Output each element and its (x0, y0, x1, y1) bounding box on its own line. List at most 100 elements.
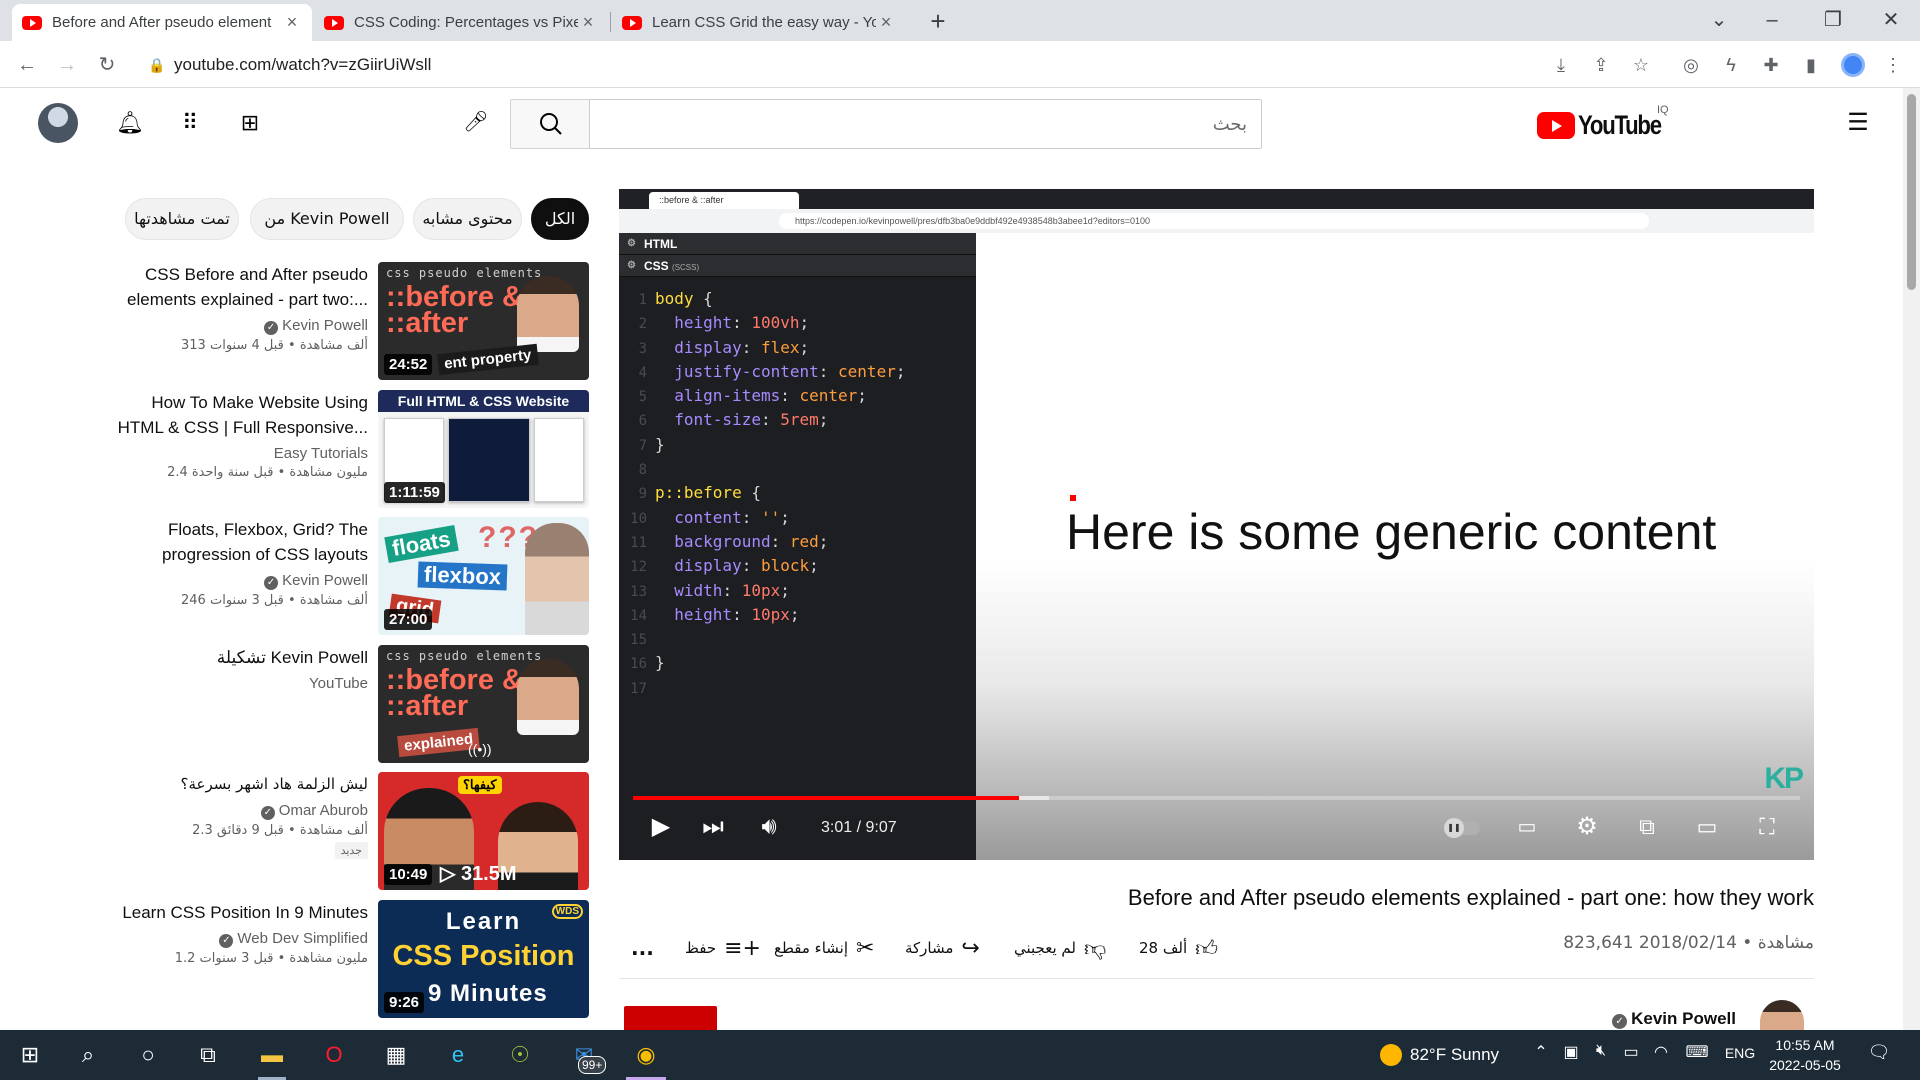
extension-bolt-icon[interactable]: ϟ (1718, 52, 1744, 78)
new-tab-button[interactable]: + (922, 6, 954, 38)
share-icon[interactable]: ⇪ (1588, 52, 1614, 78)
search-icon[interactable]: ⌕ (64, 1035, 112, 1075)
video-thumbnail[interactable]: كيفها؟ ▷ 31.5M 10:49 (378, 772, 589, 890)
extensions-puzzle-icon[interactable]: ✚ (1758, 52, 1784, 78)
channel-name[interactable]: Easy Tutorials (100, 445, 368, 462)
recommendation-item[interactable]: css pseudo elements ::before & ::after e… (100, 645, 589, 763)
recommendation-item[interactable]: css pseudo elements ::before & ::after e… (100, 262, 589, 380)
file-explorer-icon[interactable]: ▬ (248, 1035, 296, 1080)
next-button[interactable]: ⏭ (693, 807, 733, 847)
microsoft-store-icon[interactable]: ▦ (372, 1035, 420, 1075)
play-button[interactable]: ▶ (641, 807, 681, 847)
recommendation-title[interactable]: elements explained - part two:... (100, 287, 368, 312)
task-view-icon[interactable]: ⧉ (184, 1035, 232, 1075)
more-actions-button[interactable]: ... (631, 930, 654, 966)
search-field[interactable] (589, 99, 1262, 149)
browser-tab[interactable]: Learn CSS Grid the easy way - Yo × (612, 4, 906, 41)
browser-tab-active[interactable]: Before and After pseudo element × (12, 4, 312, 41)
recommendation-title[interactable]: How To Make Website Using (100, 390, 368, 415)
keyboard-icon[interactable]: ⌨ (1684, 1042, 1710, 1062)
recommendation-item[interactable]: Learn CSS Position 9 Minutes WDS 9:26 Le… (100, 900, 589, 1018)
lock-icon[interactable]: 🔒 (140, 57, 174, 74)
notifications-icon[interactable]: 🗨︎ (1866, 1042, 1892, 1063)
miniplayer-icon[interactable]: ⧉ (1627, 807, 1667, 847)
wifi-icon[interactable]: ◠ (1648, 1042, 1674, 1062)
scrollbar-thumb[interactable] (1907, 94, 1916, 290)
clip-button[interactable]: إنشاء مقطع ✂ (774, 930, 874, 966)
chip-watched[interactable]: تمت مشاهدتها (125, 198, 239, 240)
channel-owner[interactable]: ✓ Kevin Powell (1612, 1009, 1736, 1029)
dislike-button[interactable]: لم يعجبني 👎︎ (1014, 930, 1106, 966)
chip-related[interactable]: محتوى مشابه (413, 198, 522, 240)
edge-icon[interactable]: e (434, 1035, 482, 1075)
autoplay-toggle[interactable] (1444, 818, 1480, 838)
chrome-icon[interactable]: ◉ (622, 1035, 670, 1080)
recommendation-title[interactable]: HTML & CSS | Full Responsive... (100, 415, 368, 440)
side-panel-icon[interactable]: ▮ (1798, 52, 1824, 78)
close-icon[interactable]: × (876, 12, 896, 33)
extension-grammarly-icon[interactable]: ◎ (1678, 52, 1704, 78)
recommendation-title[interactable]: Floats, Flexbox, Grid? The (100, 517, 368, 542)
channel-name[interactable]: ✓ Kevin Powell (100, 572, 368, 590)
window-close-icon[interactable]: ✕ (1871, 4, 1911, 36)
forward-arrow-icon[interactable]: → (52, 50, 82, 80)
recommendation-title[interactable]: CSS Before and After pseudo (100, 262, 368, 287)
channel-name[interactable]: ✓ Web Dev Simplified (100, 930, 368, 948)
mix-thumbnail[interactable]: css pseudo elements ::before & ::after e… (378, 645, 589, 763)
share-button[interactable]: مشاركة ↪ (905, 930, 980, 966)
browser-menu-icon[interactable]: ⋮ (1880, 52, 1906, 78)
volume-icon[interactable]: 🔊︎ (749, 807, 789, 847)
channel-name[interactable]: ✓ Kevin Powell (100, 317, 368, 335)
opera-icon[interactable]: O (310, 1035, 358, 1075)
create-video-icon[interactable]: ⊞ (232, 105, 268, 141)
profile-avatar-icon[interactable] (1841, 53, 1865, 77)
recommendation-title[interactable]: Learn CSS Position In 9 Minutes (100, 900, 368, 925)
video-player[interactable]: ::before & ::after https://codepen.io/ke… (619, 189, 1814, 860)
apps-grid-icon[interactable]: ⠿ (172, 105, 208, 141)
theater-mode-icon[interactable]: ▭ (1687, 807, 1727, 847)
chip-all[interactable]: الكل (531, 198, 589, 240)
address-url[interactable]: youtube.com/watch?v=zGiirUiWsll (174, 55, 431, 75)
tray-chevron-icon[interactable]: ⌃ (1528, 1042, 1554, 1062)
recommendation-item[interactable]: كيفها؟ ▷ 31.5M 10:49 ليش الزلمة هاد اشهر… (100, 772, 589, 890)
account-avatar[interactable] (38, 103, 78, 143)
settings-gear-icon[interactable]: ⚙ (1567, 807, 1607, 847)
youtube-logo[interactable]: YouTube IQ (1537, 104, 1679, 141)
search-input[interactable] (590, 100, 1261, 148)
cortana-icon[interactable]: ○ (124, 1035, 172, 1075)
video-thumbnail[interactable]: Learn CSS Position 9 Minutes WDS 9:26 (378, 900, 589, 1018)
chip-from-channel[interactable]: من Kevin Powell (250, 198, 404, 240)
system-clock[interactable]: 10:55 AM 2022-05-05 (1762, 1035, 1848, 1075)
back-arrow-icon[interactable]: ← (12, 50, 42, 80)
battery-icon[interactable]: ▭ (1618, 1042, 1644, 1062)
channel-name[interactable]: YouTube (100, 675, 368, 692)
tab-search-chevron-icon[interactable]: ⌄ (1699, 4, 1739, 36)
channel-name[interactable]: ✓ Omar Aburob (100, 802, 368, 820)
close-icon[interactable]: × (282, 12, 302, 33)
windows-start-icon[interactable]: ⊞ (6, 1035, 54, 1075)
meet-now-icon[interactable]: ▣ (1558, 1042, 1584, 1062)
minimize-icon[interactable]: – (1752, 4, 1792, 36)
save-button[interactable]: حفظ ≡+ (685, 930, 761, 966)
language-indicator[interactable]: ENG (1722, 1045, 1758, 1061)
maximize-icon[interactable]: ❐ (1813, 4, 1853, 36)
browser-tab[interactable]: CSS Coding: Percentages vs Pixel × (314, 4, 608, 41)
hamburger-menu-icon[interactable]: ☰ (1840, 105, 1876, 141)
video-thumbnail[interactable]: css pseudo elements ::before & ::after e… (378, 262, 589, 380)
android-app-icon[interactable]: ☉ (496, 1035, 544, 1075)
like-button[interactable]: 28 ألف 👍︎ (1139, 930, 1218, 966)
recommendation-item[interactable]: ??? floats flexbox grid 27:00 Floats, Fl… (100, 517, 589, 635)
recommendation-title[interactable]: ليش الزلمة هاد اشهر بسرعة؟ (100, 772, 368, 797)
notifications-bell-icon[interactable]: 🔔︎ (112, 105, 148, 141)
search-button[interactable] (510, 99, 590, 149)
reload-icon[interactable]: ↻ (92, 50, 122, 80)
progress-bar[interactable] (633, 796, 1800, 800)
voice-search-mic-icon[interactable]: 🎤︎ (456, 102, 496, 142)
weather-widget[interactable]: 82°F Sunny (1380, 1044, 1499, 1066)
close-icon[interactable]: × (578, 12, 598, 33)
recommendation-title[interactable]: تشكيلة Kevin Powell (100, 645, 368, 670)
recommendation-title[interactable]: progression of CSS layouts (100, 542, 368, 567)
fullscreen-icon[interactable]: ⛶ (1747, 807, 1787, 847)
volume-muted-icon[interactable]: 🔇︎ (1588, 1042, 1614, 1060)
subtitles-icon[interactable]: ▭ (1507, 807, 1547, 847)
